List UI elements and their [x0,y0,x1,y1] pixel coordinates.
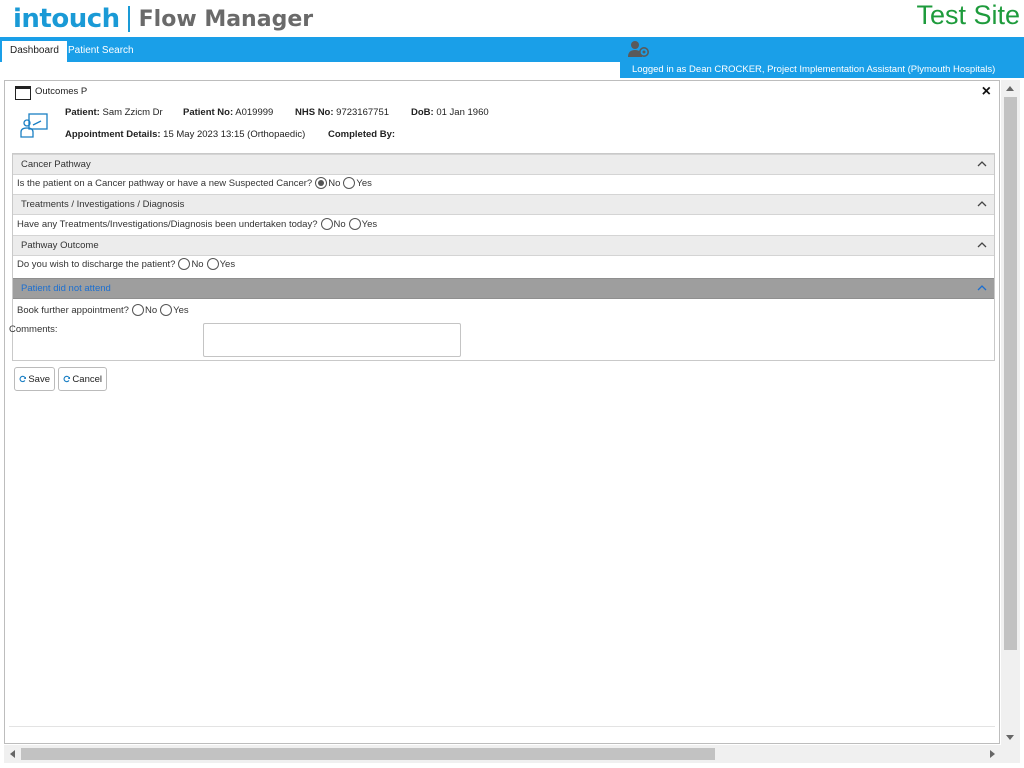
section-did-not-attend-title: Patient did not attend [21,283,111,294]
dialog-title: Outcomes P [35,86,88,97]
radio-label: Yes [219,258,236,270]
radio-treatments-no[interactable] [320,218,333,230]
radio-label: No [333,218,346,230]
date-of-birth: DoB: 01 Jan 1960 [411,107,489,118]
app-header: intouch Flow Manager Test Site [0,0,1024,37]
radio-discharge-yes[interactable] [206,258,219,270]
radio-cancer-yes[interactable] [343,177,356,189]
question-cancer-pathway: Is the patient on a Cancer pathway or ha… [17,177,372,189]
patient-name: Patient: Sam Zzicm Dr [65,107,163,118]
section-did-not-attend-header[interactable]: Patient did not attend [13,278,994,299]
chevron-up-icon[interactable] [976,198,988,210]
dialog-footer-divider [9,726,995,727]
logged-in-status: Logged in as Dean CROCKER, Project Imple… [620,62,1024,78]
outcome-sections: Cancer Pathway Is the patient on a Cance… [12,153,995,361]
dob-value: 01 Jan 1960 [436,107,489,118]
radio-cancer-no[interactable] [315,177,328,189]
vertical-scroll-thumb[interactable] [1004,97,1017,650]
radio-label: Yes [173,304,189,316]
close-icon[interactable]: × [982,83,991,101]
radio-treatments-yes[interactable] [348,218,361,230]
save-label: Save [28,373,50,385]
refresh-icon [63,375,71,383]
scroll-left-icon[interactable] [10,750,15,758]
cancel-button[interactable]: Cancel [58,367,107,391]
section-treatments-header[interactable]: Treatments / Investigations / Diagnosis [13,194,994,215]
section-pathway-outcome-header[interactable]: Pathway Outcome [13,235,994,256]
comments-textarea[interactable] [203,323,461,357]
radio-discharge-no[interactable] [178,258,191,270]
refresh-icon [19,375,27,383]
patient-name-label: Patient: [65,107,100,118]
horizontal-scrollbar[interactable] [4,745,1001,763]
question-text: Have any Treatments/Investigations/Diagn… [17,218,318,230]
main-nav: Dashboard Patient Search [0,37,1024,62]
dialog-titlebar: Outcomes P × [5,81,999,103]
scroll-up-icon[interactable] [1006,86,1014,91]
logo-divider [127,6,130,32]
nhs-number-value: 9723167751 [336,107,390,118]
logo-product: Flow Manager [138,6,314,32]
chevron-up-icon[interactable] [976,282,988,294]
save-button[interactable]: Save [14,367,55,391]
site-label: Test Site [916,0,1020,30]
radio-label: No [328,177,341,189]
radio-label: Yes [361,218,378,230]
patient-name-value: Sam Zzicm Dr [102,107,163,118]
question-book-appointment: Book further appointment? No Yes [17,304,189,316]
question-discharge: Do you wish to discharge the patient? No… [17,258,235,270]
intouch-logo: intouch Flow Manager [13,3,313,35]
comments-label: Comments: [9,324,58,335]
patient-number-label: Patient No: [183,107,234,118]
outcomes-dialog: Outcomes P × Patient: Sam Zzicm Dr Patie… [4,80,1000,744]
section-pathway-outcome-title: Pathway Outcome [21,240,99,251]
patient-number-value: A019999 [235,107,274,118]
completed-by-label: Completed By: [328,129,396,140]
section-cancer-pathway-title: Cancer Pathway [21,159,91,170]
user-settings-icon[interactable] [628,40,650,58]
question-text: Is the patient on a Cancer pathway or ha… [17,177,313,189]
completed-by: Completed By: [328,129,395,140]
patient-presentation-icon [20,113,48,138]
scrollbar-corner [1001,745,1020,763]
tab-patient-search[interactable]: Patient Search [60,41,142,62]
chevron-up-icon[interactable] [976,158,988,170]
section-cancer-pathway-header[interactable]: Cancer Pathway [13,154,994,175]
radio-book-no[interactable] [131,304,144,316]
radio-label: Yes [356,177,372,189]
section-treatments-title: Treatments / Investigations / Diagnosis [21,199,185,210]
scroll-right-icon[interactable] [990,750,995,758]
radio-book-yes[interactable] [160,304,173,316]
horizontal-scroll-thumb[interactable] [21,748,715,760]
chevron-up-icon[interactable] [976,239,988,251]
question-text: Book further appointment? [17,304,129,316]
radio-label: No [191,258,204,270]
cancel-label: Cancel [72,373,102,385]
window-icon [15,86,31,100]
radio-label: No [144,304,158,316]
nhs-number: NHS No: 9723167751 [295,107,389,118]
appointment-value: 15 May 2023 13:15 (Orthopaedic) [163,129,306,140]
appointment-details: Appointment Details: 15 May 2023 13:15 (… [65,129,305,140]
question-text: Do you wish to discharge the patient? [17,258,176,270]
appointment-label: Appointment Details: [65,129,161,140]
logo-brand: intouch [13,4,120,34]
dob-label: DoB: [411,107,434,118]
tab-dashboard[interactable]: Dashboard [2,41,67,62]
scroll-down-icon[interactable] [1006,735,1014,740]
question-treatments: Have any Treatments/Investigations/Diagn… [17,218,377,230]
nhs-number-label: NHS No: [295,107,334,118]
vertical-scrollbar[interactable] [1001,80,1020,745]
patient-number: Patient No: A019999 [183,107,273,118]
